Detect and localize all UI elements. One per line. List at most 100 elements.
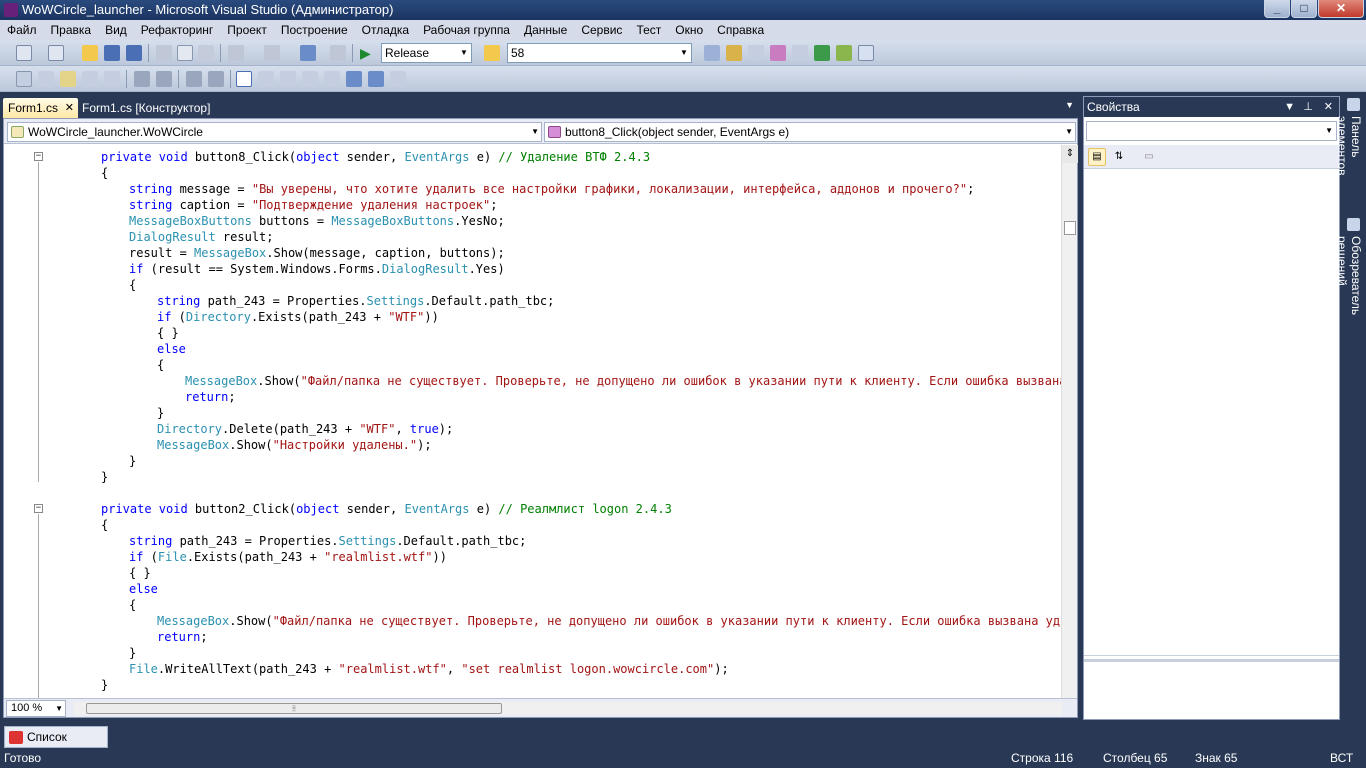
code-line: private void button2_Click(object sender…	[101, 501, 672, 517]
undo-icon[interactable]	[228, 45, 244, 61]
decrease-indent-icon[interactable]	[104, 71, 120, 87]
copy-icon[interactable]	[177, 45, 193, 61]
document-tab-strip: Form1.cs ✕ Form1.cs [Конструктор] ▼	[0, 96, 1080, 118]
tab-label: Form1.cs	[8, 101, 59, 115]
class-selector-value: WoWCircle_launcher.WoWCircle	[28, 125, 203, 139]
solution-configuration-select[interactable]: Release ▼	[381, 43, 472, 63]
panel-menu-icon[interactable]: ▼	[1284, 97, 1295, 117]
collapse-region-icon[interactable]: −	[34, 504, 43, 513]
property-description	[1084, 659, 1339, 719]
menu-debug[interactable]: Отладка	[355, 20, 416, 40]
categorized-icon[interactable]: ▤	[1088, 148, 1106, 166]
menu-build[interactable]: Построение	[274, 20, 355, 40]
status-column: Столбец 65	[1103, 751, 1168, 765]
properties-window-icon[interactable]	[726, 45, 742, 61]
add-item-icon[interactable]	[48, 45, 64, 61]
previous-bookmark-folder-icon[interactable]	[302, 71, 318, 87]
vertical-scroll-thumb[interactable]	[1064, 221, 1076, 235]
display-object-member-list-icon[interactable]	[16, 71, 32, 87]
tab-list-dropdown-icon[interactable]: ▼	[1065, 100, 1074, 110]
close-panel-icon[interactable]: ✕	[1324, 97, 1333, 117]
find-in-files-icon[interactable]	[484, 45, 500, 61]
menu-window[interactable]: Окно	[668, 20, 710, 40]
status-insert-mode: ВСТ	[1330, 751, 1354, 765]
code-token: sender,	[339, 150, 405, 164]
menu-team[interactable]: Рабочая группа	[416, 20, 517, 40]
redo-icon[interactable]	[264, 45, 280, 61]
display-word-completion-icon[interactable]	[82, 71, 98, 87]
menu-test[interactable]: Тест	[629, 20, 668, 40]
solution-explorer-icon[interactable]	[704, 45, 720, 61]
menu-view[interactable]: Вид	[98, 20, 134, 40]
horizontal-scrollbar[interactable]: ⦙⦙	[74, 702, 1062, 715]
save-all-icon[interactable]	[126, 45, 142, 61]
chevron-down-icon: ▼	[460, 48, 468, 57]
next-bookmark-document-icon[interactable]	[368, 71, 384, 87]
error-list-tab[interactable]: Список ошибок	[4, 726, 108, 764]
extension-manager-icon[interactable]	[836, 45, 852, 61]
save-icon[interactable]	[104, 45, 120, 61]
menu-project[interactable]: Проект	[220, 20, 274, 40]
alphabetical-icon[interactable]: ⇅	[1110, 148, 1128, 166]
class-selector[interactable]: WoWCircle_launcher.WoWCircle ▼	[7, 122, 542, 142]
clear-bookmarks-icon[interactable]	[390, 71, 406, 87]
display-quick-info-icon[interactable]	[60, 71, 76, 87]
collapse-region-icon[interactable]: −	[34, 152, 43, 161]
previous-bookmark-document-icon[interactable]	[346, 71, 362, 87]
comment-out-icon[interactable]	[186, 71, 202, 87]
new-project-icon[interactable]	[16, 45, 32, 61]
member-selector-value: button8_Click(object sender, EventArgs e…	[565, 125, 790, 139]
menu-refactor[interactable]: Рефакторинг	[134, 20, 221, 40]
object-selector[interactable]: ▼	[1086, 121, 1337, 141]
code-line: {	[157, 357, 164, 373]
property-grid[interactable]	[1084, 170, 1339, 656]
close-tab-icon[interactable]: ✕	[65, 98, 74, 118]
toolbox-icon[interactable]	[770, 45, 786, 61]
tab-form1-cs[interactable]: Form1.cs ✕	[3, 98, 78, 118]
next-bookmark-icon[interactable]	[280, 71, 296, 87]
code-token: {	[101, 518, 109, 532]
paste-icon[interactable]	[198, 45, 214, 61]
toolbox-tab-label: Панель элементов	[1335, 116, 1363, 176]
menu-file[interactable]: Файл	[0, 20, 44, 40]
toolbox-tab[interactable]: Панель элементов	[1335, 98, 1363, 216]
menu-data[interactable]: Данные	[517, 20, 574, 40]
outdent-icon[interactable]	[134, 71, 150, 87]
cut-icon[interactable]	[156, 45, 172, 61]
close-button[interactable]: ✕	[1318, 0, 1364, 18]
code-token: object	[296, 150, 340, 164]
menu-tools[interactable]: Сервис	[574, 20, 629, 40]
start-debugging-icon[interactable]: ▶	[360, 45, 376, 61]
find-combo[interactable]: 58 ▼	[507, 43, 692, 63]
vertical-scrollbar[interactable]: ⇕	[1061, 145, 1078, 698]
solution-explorer-tab[interactable]: Обозреватель решений	[1335, 218, 1363, 368]
maximize-button[interactable]: □	[1291, 0, 1317, 18]
code-token: DialogResult	[381, 262, 469, 276]
display-parameter-info-icon[interactable]	[38, 71, 54, 87]
toggle-bookmark-icon[interactable]	[236, 71, 252, 87]
tab-form1-designer[interactable]: Form1.cs [Конструктор]	[82, 98, 210, 118]
code-area[interactable]: private void button8_Click(object sender…	[4, 145, 1062, 698]
pin-icon[interactable]: ⊥	[1303, 97, 1313, 117]
start-page-icon[interactable]	[814, 45, 830, 61]
open-folder-icon[interactable]	[82, 45, 98, 61]
property-pages-icon[interactable]: ▭	[1140, 148, 1158, 166]
horizontal-scroll-thumb[interactable]: ⦙⦙	[86, 703, 502, 714]
tools-icon[interactable]	[792, 45, 808, 61]
code-token: path_243 = Properties.	[172, 534, 339, 548]
uncomment-icon[interactable]	[208, 71, 224, 87]
split-handle-icon[interactable]: ⇕	[1062, 145, 1078, 163]
code-token: }	[157, 406, 165, 420]
next-bookmark-folder-icon[interactable]	[324, 71, 340, 87]
indent-icon[interactable]	[156, 71, 172, 87]
command-window-icon[interactable]	[858, 45, 874, 61]
menu-help[interactable]: Справка	[710, 20, 771, 40]
zoom-select[interactable]: 100 % ▼	[6, 700, 66, 717]
minimize-button[interactable]: _	[1264, 0, 1290, 18]
object-browser-icon[interactable]	[748, 45, 764, 61]
menu-edit[interactable]: Правка	[44, 20, 99, 40]
previous-bookmark-icon[interactable]	[258, 71, 274, 87]
member-selector[interactable]: button8_Click(object sender, EventArgs e…	[544, 122, 1076, 142]
navigate-forward-icon[interactable]	[330, 45, 346, 61]
navigate-backward-icon[interactable]	[300, 45, 316, 61]
